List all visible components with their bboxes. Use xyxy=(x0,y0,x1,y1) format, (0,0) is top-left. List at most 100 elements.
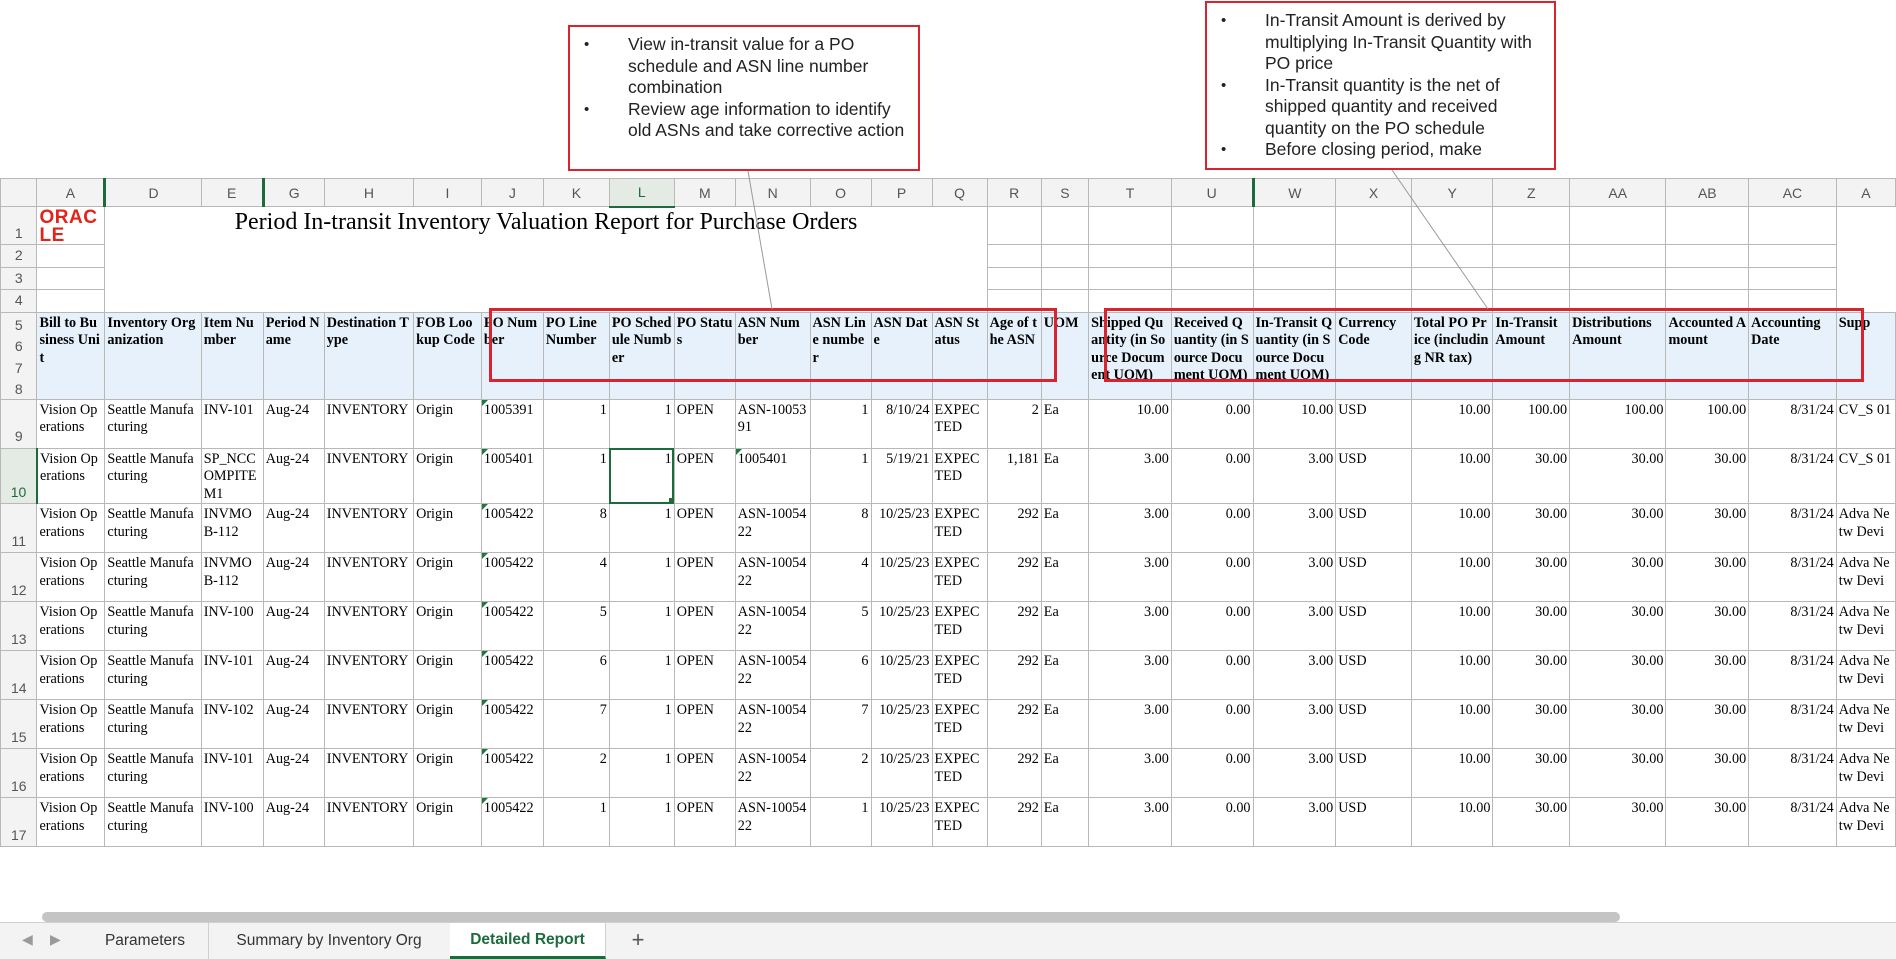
cell[interactable]: 30.00 xyxy=(1665,552,1750,602)
cell[interactable]: 0.00 xyxy=(1170,650,1254,700)
cell[interactable]: 3.00 xyxy=(1252,552,1337,602)
cell[interactable]: 2 xyxy=(809,748,872,798)
cell[interactable]: 3.00 xyxy=(1088,601,1172,651)
cell[interactable]: 0.00 xyxy=(1170,748,1254,798)
cell[interactable]: 1005422 xyxy=(480,503,544,553)
tab-parameters[interactable]: Parameters xyxy=(82,923,209,959)
cell[interactable] xyxy=(1569,244,1667,268)
cell[interactable]: 8/31/24 xyxy=(1748,398,1837,449)
cell[interactable] xyxy=(1170,266,1254,290)
column-title[interactable]: Bill to Business Unit xyxy=(36,311,106,400)
cell[interactable]: Vision Operations xyxy=(36,797,106,847)
cell[interactable]: INV-100 xyxy=(200,797,264,847)
cell[interactable]: Vision Operations xyxy=(36,447,106,504)
column-title[interactable]: Supp xyxy=(1835,311,1896,400)
cell[interactable]: INV-100 xyxy=(200,601,264,651)
cell[interactable]: Adva Netw Devi xyxy=(1835,552,1896,602)
cell[interactable]: 10.00 xyxy=(1410,748,1494,798)
cell[interactable]: 10.00 xyxy=(1410,650,1494,700)
cell[interactable] xyxy=(986,206,1042,245)
column-header[interactable]: H xyxy=(323,178,415,207)
cell[interactable]: OPEN xyxy=(673,797,736,847)
cell[interactable] xyxy=(1252,289,1337,313)
cell[interactable]: ASN-1005422 xyxy=(734,650,811,700)
cell[interactable]: 1 xyxy=(608,650,675,700)
cell[interactable]: 30.00 xyxy=(1569,650,1667,700)
column-title[interactable]: ASN Line number xyxy=(809,311,872,400)
column-header[interactable]: I xyxy=(413,178,482,207)
cell[interactable] xyxy=(1335,289,1412,313)
cell[interactable]: 10.00 xyxy=(1410,601,1494,651)
cell[interactable]: Ea xyxy=(1040,398,1090,449)
cell[interactable]: Adva Netw Devi xyxy=(1835,699,1896,749)
cell[interactable]: 3.00 xyxy=(1088,797,1172,847)
cell[interactable]: INVENTORY xyxy=(323,601,415,651)
worksheet-table[interactable]: A D E G H I J K L M N O P Q R S T U W X Y Z AA AB AC A 1 ORACLE Per… xyxy=(0,178,1896,847)
cell[interactable]: Seattle Manufacturing xyxy=(104,797,202,847)
cell[interactable]: 3.00 xyxy=(1252,447,1337,504)
tab-summary-by-inventory-org[interactable]: Summary by Inventory Org xyxy=(208,923,451,959)
cell[interactable]: 1 xyxy=(542,797,610,847)
column-title[interactable]: Age of the ASN xyxy=(986,311,1042,400)
cell[interactable]: 30.00 xyxy=(1569,552,1667,602)
cell[interactable] xyxy=(1748,289,1837,313)
cell[interactable]: 1005422 xyxy=(480,699,544,749)
cell[interactable]: SP_NCCOMPITEM1 xyxy=(200,447,264,504)
cell[interactable]: 1 xyxy=(608,552,675,602)
cell[interactable] xyxy=(36,289,106,313)
cell[interactable] xyxy=(1492,206,1571,245)
cell[interactable]: 10.00 xyxy=(1410,797,1494,847)
cell[interactable] xyxy=(1088,289,1172,313)
column-title[interactable]: Shipped Quantity (in Source Document UOM… xyxy=(1088,311,1172,400)
cell[interactable] xyxy=(1665,289,1750,313)
column-title[interactable]: Received Quantity (in Source Document UO… xyxy=(1170,311,1254,400)
cell[interactable]: 5 xyxy=(809,601,872,651)
cell[interactable]: 1 xyxy=(809,447,872,504)
cell[interactable]: 30.00 xyxy=(1665,748,1750,798)
cell[interactable]: 8/31/24 xyxy=(1748,748,1837,798)
cell[interactable]: 1 xyxy=(608,503,675,553)
row-header[interactable]: 1 xyxy=(0,206,38,245)
cell[interactable]: 3.00 xyxy=(1088,650,1172,700)
row-header[interactable]: 2 xyxy=(0,244,38,268)
column-header[interactable]: AA xyxy=(1569,178,1667,207)
cell[interactable] xyxy=(1170,206,1254,245)
column-header[interactable]: M xyxy=(673,178,736,207)
cell[interactable]: 30.00 xyxy=(1569,748,1667,798)
cell[interactable]: 8/31/24 xyxy=(1748,650,1837,700)
cell[interactable]: Seattle Manufacturing xyxy=(104,503,202,553)
cell[interactable]: 292 xyxy=(986,699,1042,749)
cell[interactable]: Aug-24 xyxy=(262,699,325,749)
prev-sheet-icon[interactable]: ◀ xyxy=(22,931,33,948)
cell[interactable]: Origin xyxy=(413,748,482,798)
column-title[interactable]: PO Line Number xyxy=(542,311,610,400)
cell[interactable]: 5/19/21 xyxy=(870,447,933,504)
cell[interactable] xyxy=(1410,289,1494,313)
cell[interactable]: 3.00 xyxy=(1252,650,1337,700)
cell[interactable]: 1005422 xyxy=(480,601,544,651)
cell[interactable]: 10/25/23 xyxy=(870,503,933,553)
cell[interactable]: USD xyxy=(1335,552,1412,602)
cell[interactable]: 8/10/24 xyxy=(870,398,933,449)
cell[interactable]: 1 xyxy=(608,797,675,847)
cell[interactable] xyxy=(1252,266,1337,290)
cell[interactable]: EXPECTED xyxy=(931,503,988,553)
column-header[interactable]: K xyxy=(542,178,610,207)
column-title[interactable]: PO Number xyxy=(480,311,544,400)
cell[interactable] xyxy=(986,289,1042,313)
cell[interactable]: 30.00 xyxy=(1569,447,1667,504)
column-header[interactable]: P xyxy=(870,178,933,207)
cell[interactable]: 30.00 xyxy=(1492,650,1571,700)
cell[interactable]: Aug-24 xyxy=(262,797,325,847)
cell[interactable]: Aug-24 xyxy=(262,398,325,449)
cell[interactable] xyxy=(986,244,1042,268)
cell[interactable]: 30.00 xyxy=(1665,503,1750,553)
cell[interactable]: CV_S 01 xyxy=(1835,447,1896,504)
cell[interactable]: EXPECTED xyxy=(931,601,988,651)
column-title[interactable]: In-Transit Amount xyxy=(1492,311,1571,400)
cell[interactable]: 0.00 xyxy=(1170,601,1254,651)
cell[interactable]: ASN-1005422 xyxy=(734,748,811,798)
cell[interactable]: ASN-1005422 xyxy=(734,797,811,847)
row-header[interactable]: 12 xyxy=(0,552,38,602)
cell[interactable]: 1005422 xyxy=(480,650,544,700)
